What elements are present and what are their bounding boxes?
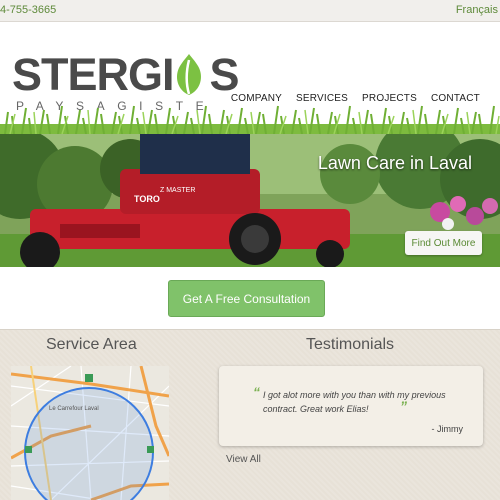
quote-open-icon: “	[253, 384, 260, 400]
service-area-title: Service Area	[46, 336, 137, 353]
nav-contact[interactable]: CONTACT	[431, 93, 480, 104]
grass-decoration	[0, 105, 500, 134]
testimonials-title: Testimonials	[306, 336, 395, 353]
testimonial-author: - Jimmy	[431, 424, 464, 434]
service-area-map[interactable]: Le Carrefour Laval	[11, 366, 169, 500]
language-link[interactable]: Français	[456, 4, 498, 16]
top-bar: 4-755-3665 Français	[0, 0, 500, 22]
hero-banner: TORO Z MASTER Lawn Care in Laval Find Ou…	[0, 134, 500, 267]
testimonial-card: “ I got alot more with you than with my …	[219, 366, 483, 446]
nav-services[interactable]: SERVICES	[296, 93, 348, 104]
lower-section: Service Area Le Carrefour Laval Testimon…	[0, 330, 500, 500]
view-all-link[interactable]: View All	[226, 454, 261, 465]
quote-close-icon: ”	[400, 398, 407, 414]
free-consultation-button[interactable]: Get A Free Consultation	[168, 280, 325, 317]
testimonial-quote: I got alot more with you than with my pr…	[263, 390, 446, 414]
nav-company[interactable]: COMPANY	[231, 93, 282, 104]
mower-brand-label: TORO	[134, 194, 160, 204]
site-header: STERGI S PAYSAGISTE COMPANY SERVICES PROJ…	[0, 22, 500, 134]
phone-number[interactable]: 4-755-3665	[0, 4, 56, 16]
nav-projects[interactable]: PROJECTS	[362, 93, 417, 104]
find-out-more-button[interactable]: Find Out More	[405, 231, 482, 255]
map-graphic: Le Carrefour Laval	[11, 366, 169, 500]
mower-model-label: Z MASTER	[160, 187, 195, 194]
leaf-icon	[177, 54, 201, 95]
consultation-band: Get A Free Consultation	[0, 267, 500, 330]
hero-title: Lawn Care in Laval	[317, 153, 472, 173]
map-label: Le Carrefour Laval	[49, 406, 99, 412]
main-nav: COMPANY SERVICES PROJECTS CONTACT	[231, 93, 480, 104]
